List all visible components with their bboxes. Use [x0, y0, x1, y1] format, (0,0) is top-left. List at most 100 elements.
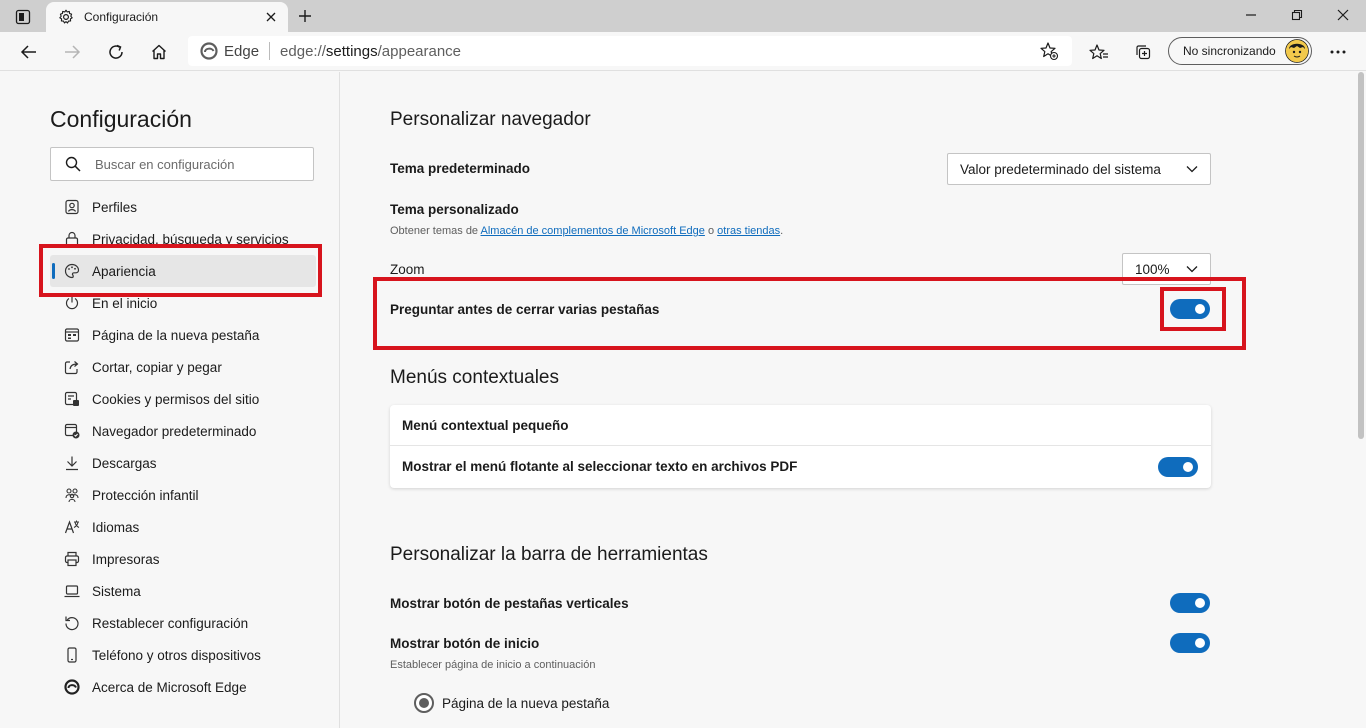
settings-more-button[interactable] [1323, 38, 1353, 66]
highlight-appearance-item [39, 244, 322, 297]
minimize-button[interactable] [1228, 0, 1274, 30]
close-tab-button[interactable] [260, 6, 282, 28]
refresh-button[interactable] [101, 38, 131, 66]
sidebar-item-label: Perfiles [92, 199, 138, 215]
reset-icon [64, 615, 80, 631]
printer-icon [64, 551, 80, 567]
address-separator [269, 42, 271, 60]
search-input[interactable] [95, 156, 295, 172]
pdf-floating-menu-label: Mostrar el menú flotante al seleccionar … [402, 459, 798, 474]
gear-icon [58, 9, 74, 25]
edge-logo-icon [64, 679, 80, 695]
sidebar-item-label: Impresoras [92, 551, 160, 567]
zoom-label: Zoom [390, 262, 425, 277]
home-button-description: Establecer página de inicio a continuaci… [390, 659, 596, 671]
sidebar-item-about-edge[interactable]: Acerca de Microsoft Edge [50, 671, 316, 703]
sidebar-item-new-tab-page[interactable]: Página de la nueva pestaña [50, 319, 316, 351]
pdf-floating-menu-toggle[interactable] [1158, 457, 1198, 477]
site-identity-label: Edge [224, 42, 260, 60]
sidebar-item-cookies-permissions[interactable]: Cookies y permisos del sitio [50, 383, 316, 415]
languages-icon [64, 519, 80, 535]
vertical-tabs-button-toggle[interactable] [1170, 593, 1210, 613]
section-heading-context-menus: Menús contextuales [390, 367, 559, 388]
arrow-left-icon [20, 45, 36, 59]
sidebar-item-phone-devices[interactable]: Teléfono y otros dispositivos [50, 639, 316, 671]
star-plus-icon [1040, 42, 1059, 61]
home-button[interactable] [144, 38, 174, 66]
download-icon [64, 455, 80, 471]
new-tab-button[interactable] [292, 5, 318, 27]
sidebar-item-reset-settings[interactable]: Restablecer configuración [50, 607, 316, 639]
sidebar-item-label: Idiomas [92, 519, 140, 535]
profile-button[interactable]: No sincronizando [1168, 37, 1312, 65]
settings-main: Personalizar navegador Tema predetermina… [341, 72, 1355, 728]
card-divider [390, 445, 1211, 446]
profile-icon [64, 199, 80, 215]
favorites-button[interactable] [1084, 38, 1114, 66]
family-icon [64, 487, 80, 503]
restore-icon [1291, 9, 1303, 21]
default-theme-value: Valor predeterminado del sistema [960, 161, 1161, 177]
highlight-ask-close-tabs-row [373, 277, 1246, 350]
close-window-button[interactable] [1320, 0, 1366, 30]
home-option-new-tab-radio[interactable] [414, 693, 434, 713]
page-title: Configuración [50, 106, 192, 132]
custom-theme-prefix: Obtener temas de [390, 225, 479, 237]
close-icon [1337, 9, 1349, 21]
restore-button[interactable] [1274, 0, 1320, 30]
url-path: settings [325, 42, 378, 60]
default-theme-label: Tema predeterminado [390, 161, 531, 176]
phone-icon [64, 647, 80, 663]
sidebar-item-label: Protección infantil [92, 487, 199, 503]
sidebar-item-profiles[interactable]: Perfiles [50, 191, 316, 223]
scrollbar-thumb[interactable] [1358, 72, 1364, 439]
collections-icon [1136, 45, 1151, 60]
sidebar-item-label: Restablecer configuración [92, 615, 249, 631]
custom-theme-label: Tema personalizado [390, 202, 519, 217]
browser-toolbar: Edge edge://settings/appearance No sincr… [0, 32, 1366, 71]
active-tab[interactable]: Configuración [46, 2, 288, 32]
url-text[interactable]: edge://settings/appearance [280, 43, 1034, 60]
share-icon [64, 359, 80, 375]
refresh-icon [109, 44, 123, 59]
laptop-icon [64, 583, 80, 599]
home-button-toggle[interactable] [1170, 633, 1210, 653]
edge-logo-icon [200, 42, 218, 60]
sidebar-item-label: Teléfono y otros dispositivos [92, 647, 261, 663]
sidebar-item-default-browser[interactable]: Navegador predeterminado [50, 415, 316, 447]
back-button[interactable] [14, 38, 44, 66]
home-icon [152, 44, 166, 60]
new-tab-page-icon [64, 327, 80, 343]
plus-icon [299, 10, 311, 22]
sidebar-item-label: Acerca de Microsoft Edge [92, 679, 247, 695]
small-context-menu-label[interactable]: Menú contextual pequeño [402, 418, 569, 433]
default-theme-dropdown[interactable]: Valor predeterminado del sistema [947, 153, 1211, 185]
tab-actions-menu-button[interactable] [8, 6, 38, 28]
page-scrollbar[interactable] [1356, 72, 1366, 728]
home-button-label: Mostrar botón de inicio [390, 636, 540, 651]
sidebar-item-family-safety[interactable]: Protección infantil [50, 479, 316, 511]
forward-button[interactable] [57, 38, 87, 66]
close-icon [266, 12, 276, 22]
zoom-value: 100% [1135, 261, 1170, 277]
chevron-down-icon [1180, 265, 1204, 273]
sidebar-item-label: Sistema [92, 583, 141, 599]
more-icon [1330, 50, 1346, 54]
add-favorite-button[interactable] [1034, 38, 1064, 64]
other-stores-link[interactable]: otras tiendas [717, 225, 780, 237]
search-settings-box[interactable] [50, 147, 314, 181]
site-permissions-icon [64, 391, 80, 407]
sidebar-item-label: En el inicio [92, 295, 158, 311]
sidebar-item-label: Descargas [92, 455, 157, 471]
sidebar-item-system[interactable]: Sistema [50, 575, 316, 607]
custom-theme-mid: o [707, 225, 715, 237]
collections-button[interactable] [1128, 38, 1158, 66]
address-bar[interactable]: Edge edge://settings/appearance [188, 36, 1072, 66]
sidebar-item-languages[interactable]: Idiomas [50, 511, 316, 543]
sidebar-item-downloads[interactable]: Descargas [50, 447, 316, 479]
custom-theme-suffix: . [780, 225, 784, 237]
addons-store-link[interactable]: Almacén de complementos de Microsoft Edg… [481, 225, 705, 237]
sidebar-item-printers[interactable]: Impresoras [50, 543, 316, 575]
custom-theme-description: Obtener temas de Almacén de complementos… [390, 225, 783, 237]
sidebar-item-share-copy-paste[interactable]: Cortar, copiar y pegar [50, 351, 316, 383]
